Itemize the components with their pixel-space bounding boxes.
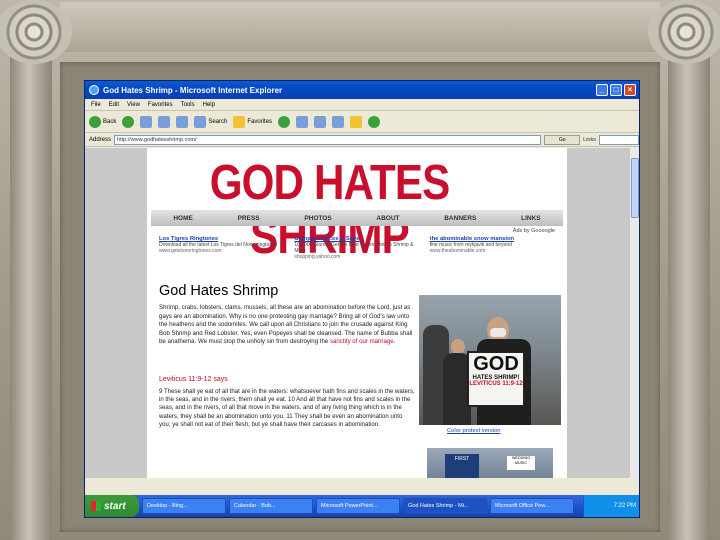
messenger-button[interactable]	[368, 115, 381, 128]
ad-text: 100,000 Stores. Get the Best Prices. Hot…	[294, 242, 414, 254]
mail-button[interactable]	[314, 115, 327, 128]
stop-button[interactable]	[140, 115, 153, 128]
window-title: God Hates Shrimp - Microsoft Internet Ex…	[103, 85, 283, 95]
ad-url: www.theabominable.com	[429, 248, 486, 254]
menu-favorites[interactable]: Favorites	[148, 102, 173, 108]
ad-row: Los Tigres Ringtones Download all the la…	[159, 236, 559, 260]
leviticus-heading: Leviticus 11:9-12 says	[159, 376, 228, 383]
ad-url: shopping.yahoo.com	[294, 254, 341, 260]
menu-help[interactable]: Help	[203, 102, 215, 108]
taskbar-item[interactable]: Calendar - Bob...	[229, 498, 313, 514]
go-button[interactable]: Go	[544, 134, 581, 145]
refresh-button[interactable]	[158, 115, 171, 128]
scrollbar-thumb[interactable]	[631, 158, 639, 218]
ad-item: Compare Prices & Save 100,000 Stores. Ge…	[294, 236, 423, 260]
blue-sign: FIRST	[445, 454, 479, 478]
taskbar-item[interactable]: Microsoft Office Pow...	[490, 498, 574, 514]
taskbar-item[interactable]: Microsoft PowerPoint...	[316, 498, 400, 514]
home-button[interactable]	[176, 115, 189, 128]
star-icon	[233, 115, 246, 128]
windows-flag-icon	[91, 501, 101, 511]
nav-banners[interactable]: BANNERS	[444, 215, 476, 222]
toolbar-search-field[interactable]	[599, 134, 639, 145]
left-pillar	[10, 52, 52, 540]
taskbar-item[interactable]: God Hates Shrimp - Mi...	[403, 498, 487, 514]
second-photo[interactable]: FIRST WEDDING MUSIC	[427, 448, 553, 478]
menu-view[interactable]: View	[127, 102, 140, 108]
right-pillar	[668, 52, 710, 540]
back-button[interactable]: Back	[89, 115, 116, 128]
face-mask	[490, 328, 506, 337]
close-button[interactable]: ×	[624, 84, 636, 96]
article-link[interactable]: sanctity of our marriage	[330, 338, 394, 345]
history-icon	[296, 115, 309, 128]
search-icon	[194, 115, 207, 128]
taskbar: start Desktop - Bing... Calendar - Bob..…	[85, 495, 639, 517]
clock[interactable]: 7:22 PM	[614, 503, 636, 509]
sign-word: GOD	[473, 353, 519, 375]
menu-file[interactable]: File	[91, 102, 101, 108]
messenger-icon	[368, 115, 381, 128]
history-button[interactable]	[296, 115, 309, 128]
nav-press[interactable]: PRESS	[238, 215, 260, 222]
forward-arrow-icon	[122, 115, 135, 128]
forward-button[interactable]	[122, 115, 135, 128]
nav-about[interactable]: ABOUT	[376, 215, 399, 222]
page-viewport: GOD HATES SHRIMP HOME PRESS PHOTOS ABOUT…	[85, 148, 639, 478]
white-sign: WEDDING MUSIC	[507, 456, 535, 470]
edit-icon	[350, 115, 363, 128]
ie-icon	[89, 85, 99, 95]
photo-caption-link[interactable]: Color protest version	[447, 428, 500, 434]
sign-reference: LEVITICUS 11:9-12	[469, 381, 523, 387]
maximize-button[interactable]: □	[610, 84, 622, 96]
address-bar: Address http://www.godhatesshrimp.com/ G…	[85, 133, 639, 147]
article-body: Shrimp, crabs, lobsters, clams, mussels,…	[159, 304, 413, 346]
links-label[interactable]: Links	[583, 137, 596, 143]
ad-item: Los Tigres Ringtones Download all the la…	[159, 236, 288, 260]
protest-sign: GOD HATES SHRIMP! LEVITICUS 11:9-12	[467, 351, 525, 407]
scripture-verses: 9 These shall ye eat of all that are in …	[159, 388, 415, 428]
nav-photos[interactable]: PHOTOS	[304, 215, 331, 222]
vertical-scrollbar[interactable]	[629, 148, 639, 478]
home-icon	[176, 115, 189, 128]
ad-url: www.getstoneringtones.com	[159, 248, 222, 254]
address-label: Address	[89, 136, 112, 143]
refresh-icon	[158, 115, 171, 128]
stop-icon	[140, 115, 153, 128]
print-icon	[332, 115, 345, 128]
search-button[interactable]: Search	[194, 115, 227, 128]
nav-links[interactable]: LINKS	[521, 215, 541, 222]
menu-tools[interactable]: Tools	[181, 102, 195, 108]
slide-top-band	[60, 2, 660, 52]
media-button[interactable]	[278, 115, 291, 128]
edit-button[interactable]	[350, 115, 363, 128]
site-logo[interactable]: GOD HATES SHRIMP	[161, 156, 498, 264]
right-scroll-ornament	[648, 0, 720, 64]
protest-photo[interactable]: GOD HATES SHRIMP! LEVITICUS 11:9-12	[419, 295, 561, 425]
print-button[interactable]	[332, 115, 345, 128]
toolbar: Back Search Favorites	[85, 111, 639, 133]
mail-icon	[314, 115, 327, 128]
window-titlebar[interactable]: God Hates Shrimp - Microsoft Internet Ex…	[85, 81, 639, 99]
media-icon	[278, 115, 291, 128]
left-scroll-ornament	[0, 0, 72, 64]
start-button[interactable]: start	[85, 495, 139, 517]
favorites-button[interactable]: Favorites	[233, 115, 272, 128]
site-nav: HOME PRESS PHOTOS ABOUT BANNERS LINKS	[151, 210, 563, 226]
article-title: God Hates Shrimp	[159, 283, 279, 299]
nav-home[interactable]: HOME	[173, 215, 193, 222]
web-page: GOD HATES SHRIMP HOME PRESS PHOTOS ABOUT…	[147, 148, 567, 478]
menu-bar: File Edit View Favorites Tools Help	[85, 99, 639, 111]
taskbar-item[interactable]: Desktop - Bing...	[142, 498, 226, 514]
minimize-button[interactable]: _	[596, 84, 608, 96]
back-arrow-icon	[89, 115, 101, 128]
menu-edit[interactable]: Edit	[109, 102, 119, 108]
address-input[interactable]: http://www.godhatesshrimp.com/	[114, 134, 542, 145]
ie-window: God Hates Shrimp - Microsoft Internet Ex…	[84, 80, 640, 518]
ads-label[interactable]: Ads by Goooogle	[513, 228, 555, 234]
system-tray: 7:22 PM	[583, 495, 639, 517]
ad-item: the abominable snow mansion fine music f…	[430, 236, 559, 260]
